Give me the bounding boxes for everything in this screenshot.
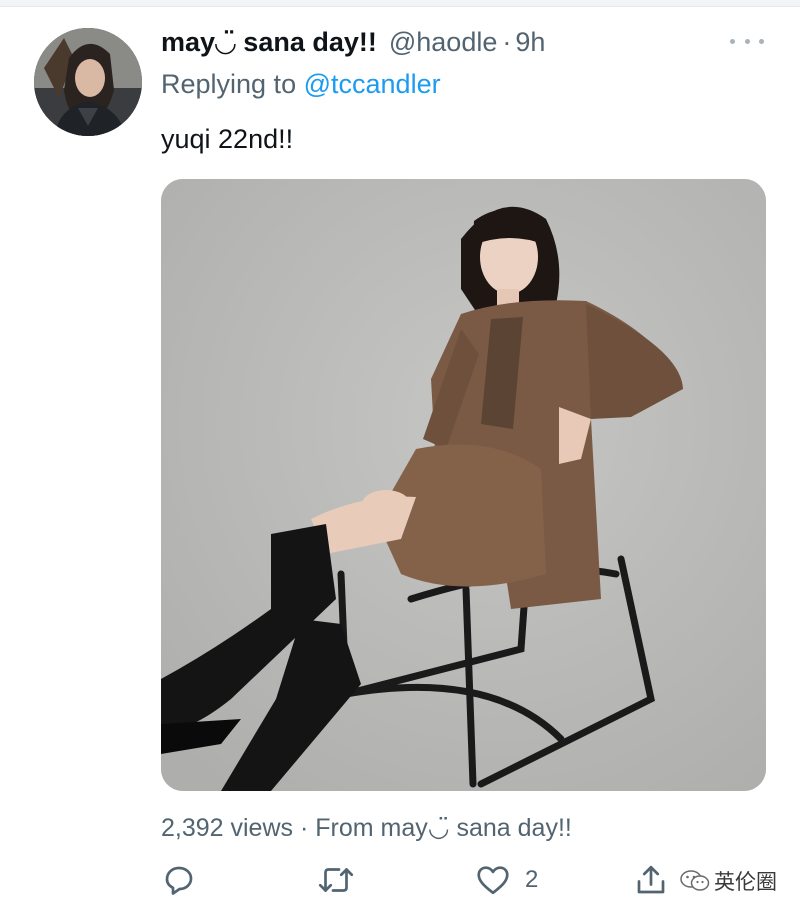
- watermark: 英伦圈: [680, 866, 777, 896]
- retweet-icon: [318, 868, 354, 892]
- wechat-icon: [680, 870, 710, 891]
- separator-dot: ·: [502, 27, 512, 57]
- watermark-text: 英伦圈: [714, 871, 777, 894]
- heart-icon: [477, 866, 509, 895]
- like-count: 2: [525, 866, 539, 893]
- share-button[interactable]: [633, 860, 669, 900]
- views-and-source: 2,392 views · From may◡̈ sana day!!: [161, 814, 572, 842]
- tweet-header: may◡̈ sana day!! @haodle · 9h: [161, 27, 545, 61]
- avatar[interactable]: [34, 28, 142, 136]
- replying-prefix: Replying to: [161, 69, 297, 99]
- user-handle[interactable]: @haodle: [389, 27, 498, 58]
- timestamp[interactable]: 9h: [515, 27, 545, 58]
- share-icon: [637, 865, 665, 894]
- more-options-icon[interactable]: [730, 34, 764, 48]
- retweet-button[interactable]: [316, 860, 356, 900]
- like-button[interactable]: 2: [475, 860, 538, 900]
- top-divider: [0, 0, 800, 7]
- tweet-photo[interactable]: [161, 179, 766, 791]
- reply-button[interactable]: [161, 860, 197, 900]
- display-name[interactable]: may◡̈ sana day!!: [161, 27, 377, 58]
- replying-to-line: Replying to @tccandler: [161, 69, 441, 100]
- tweet-text: yuqi 22nd!!: [161, 124, 294, 154]
- replying-to-link[interactable]: @tccandler: [304, 69, 441, 99]
- reply-icon: [165, 866, 193, 895]
